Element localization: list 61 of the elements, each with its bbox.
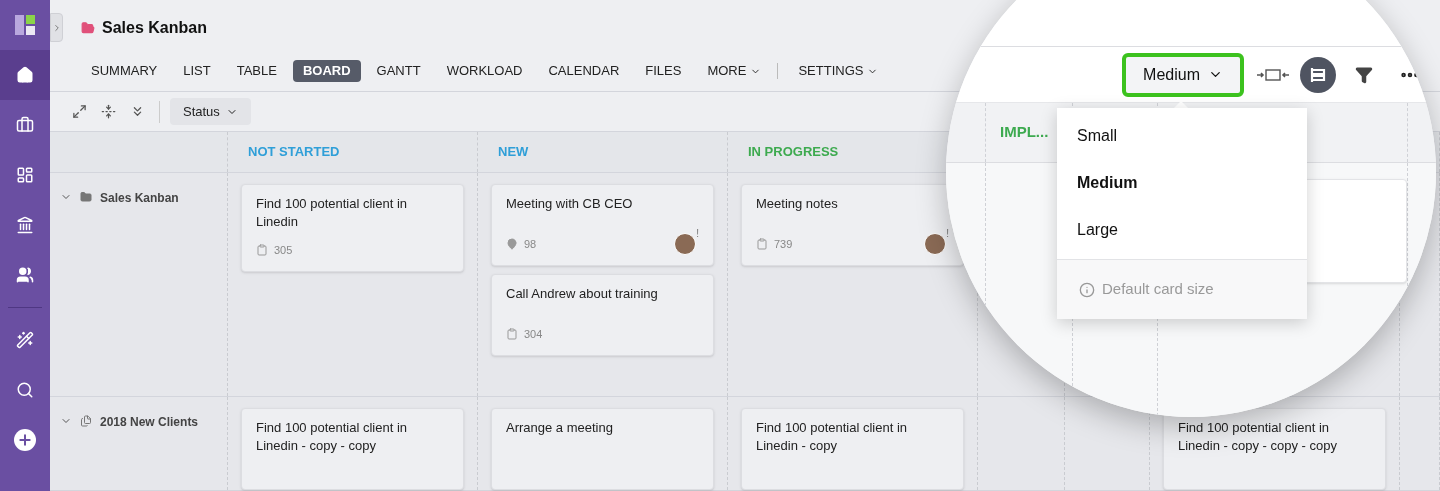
alert-mark: ! [946,228,949,239]
fit-width-icon[interactable] [1257,67,1289,82]
menu-item[interactable]: Medium [1057,159,1307,206]
view-tab[interactable]: TABLE [226,60,287,83]
collapse-icon[interactable] [101,104,116,120]
view-tab[interactable]: SUMMARY [81,60,168,83]
filter-icon[interactable] [1355,65,1373,84]
card-size-dropdown[interactable]: Medium [1122,52,1244,97]
clipboard-icon [256,243,268,256]
clipboard-icon [756,237,768,250]
card-title: Meeting notes [756,194,839,213]
task-card[interactable]: Meeting with CB CEO 98 ! [491,183,714,266]
group-by-dropdown[interactable]: Status [170,98,251,126]
project-title: Sales Kanban [102,17,207,38]
home-icon[interactable] [0,50,50,100]
list-icon [80,415,92,427]
card-title: Find 100 potential client in Linedin - copy - copy - copy [1178,419,1338,455]
task-card[interactable]: Find 100 potential client in Linedin - copy [741,408,964,490]
view-tab[interactable]: SETTINGS [788,60,889,83]
task-card[interactable]: Arrange a meeting [491,408,714,490]
card-title: Arrange a meeting [506,419,614,437]
swimlane-icon [1310,66,1326,83]
column-title: IMPL... [1000,122,1049,143]
card-title: Find 100 potential client in Linedin [256,194,409,231]
task-card[interactable]: Meeting notes 739 ! [741,183,964,266]
view-tab[interactable]: MORE [697,60,772,83]
view-tab[interactable]: GANTT [366,60,431,83]
clipboard-icon [506,327,518,340]
card-title: Meeting with CB CEO [506,194,634,213]
card-id: 739 [774,236,793,252]
task-card[interactable]: Find 100 potential client in Linedin - copy - copy [241,408,464,490]
task-card[interactable]: Find 100 potential client in Linedin - copy - copy - copy [1163,408,1386,490]
folder-icon [80,190,92,203]
task-card[interactable]: Find 100 potential client in Linedin 305 [241,183,464,272]
swimlane-title: 2018 New Clients [100,414,199,431]
swimlane-title: Sales Kanban [100,189,179,207]
task-card[interactable]: Call Andrew about training 304 [491,273,714,356]
card-id: 98 [524,236,537,252]
card-id: 305 [274,242,293,258]
column-title: IN PROGRESS [748,143,839,162]
folder-icon [81,20,95,35]
view-tab[interactable]: BOARD [292,60,361,83]
card-id: 304 [524,326,543,342]
view-tab[interactable]: LIST [173,60,221,83]
view-tab[interactable]: FILES [635,60,692,83]
view-tab[interactable]: WORKLOAD [436,60,533,83]
swimlane-toggle[interactable] [1300,56,1336,93]
view-tab[interactable]: CALENDAR [538,60,630,83]
pin-icon [506,237,518,250]
column-title: NOT STARTED [248,143,340,162]
collapse-toggle[interactable] [50,13,63,42]
alert-mark: ! [696,228,699,239]
info-icon [1079,281,1095,298]
expand-icon[interactable] [72,104,87,120]
card-title: Find 100 potential client in Linedin - copy [756,419,909,455]
card-title: Call Andrew about training [506,284,659,303]
menu-item[interactable]: Small [1057,112,1307,159]
menu-footer-text: Default card size [1102,279,1214,300]
card-title: Find 100 potential client in Linedin - copy - copy [256,419,409,455]
column-title: NEW [498,143,529,162]
menu-item[interactable]: Large [1057,206,1307,253]
